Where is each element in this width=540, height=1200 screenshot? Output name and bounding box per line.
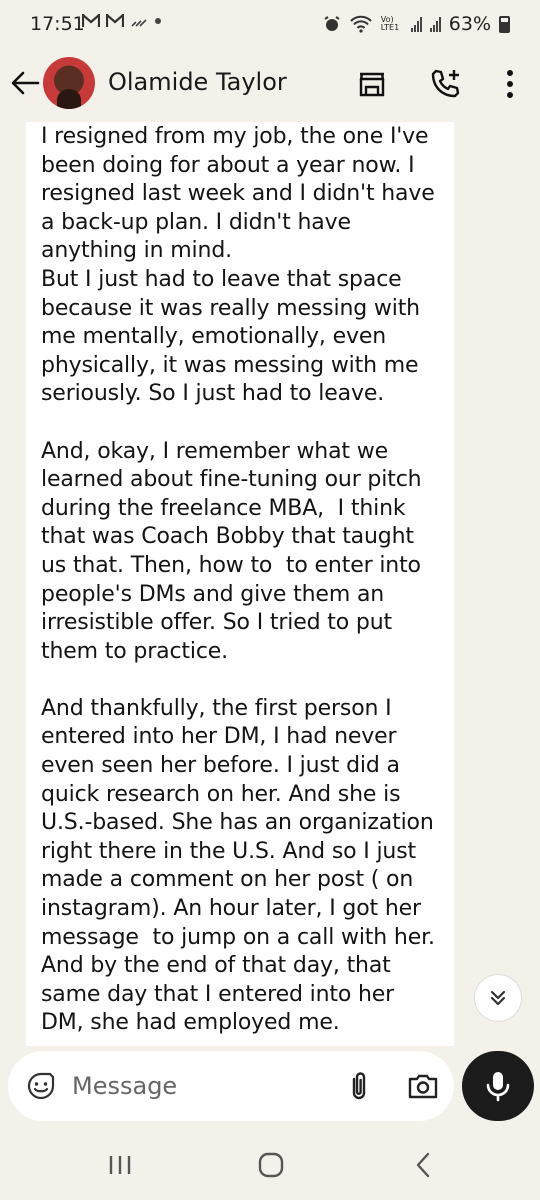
battery-icon	[499, 15, 510, 33]
alarm-icon	[324, 16, 340, 31]
contact-name[interactable]: Olamide Taylor	[108, 68, 287, 96]
wifi-calling-icon	[131, 19, 147, 27]
double-chevron-down-icon	[490, 990, 506, 1006]
contact-avatar[interactable]	[43, 57, 95, 109]
add-call-icon[interactable]	[428, 66, 464, 102]
back-arrow-icon[interactable]	[8, 66, 42, 100]
nav-back-icon[interactable]	[406, 1150, 442, 1180]
notification-icons	[82, 14, 162, 28]
notification-dot-icon	[155, 18, 161, 24]
paperclip-icon[interactable]	[342, 1069, 376, 1103]
compose-bar	[8, 1051, 454, 1121]
wifi-icon	[350, 15, 372, 33]
voice-message-button[interactable]	[462, 1051, 534, 1121]
status-time: 17:51	[30, 13, 85, 35]
signal-icon	[429, 16, 441, 32]
scroll-to-bottom-button[interactable]	[474, 974, 522, 1022]
message-list[interactable]: I resigned from my job, the one I've bee…	[0, 122, 540, 1048]
chat-header: Olamide Taylor	[0, 50, 540, 122]
gmail-icon	[106, 14, 124, 27]
volte-label: Vo) LTE1	[380, 15, 400, 32]
more-options-icon[interactable]	[492, 66, 528, 102]
gmail-icon	[82, 14, 100, 27]
emoji-sticker-icon[interactable]	[26, 1071, 56, 1101]
system-nav-bar	[0, 1128, 540, 1200]
store-icon[interactable]	[354, 66, 390, 102]
message-input[interactable]	[72, 1069, 332, 1103]
status-right: Vo) LTE1 63%	[323, 13, 510, 35]
battery-percent: 63%	[448, 13, 491, 35]
microphone-icon	[486, 1072, 510, 1102]
home-icon[interactable]	[252, 1150, 288, 1180]
recent-apps-icon[interactable]	[102, 1150, 138, 1180]
signal-icon	[410, 16, 422, 32]
status-bar: 17:51 Vo) LTE1 63%	[0, 0, 540, 50]
camera-icon[interactable]	[406, 1069, 440, 1103]
message-bubble[interactable]: I resigned from my job, the one I've bee…	[26, 122, 454, 1046]
message-text: I resigned from my job, the one I've bee…	[41, 124, 435, 1036]
